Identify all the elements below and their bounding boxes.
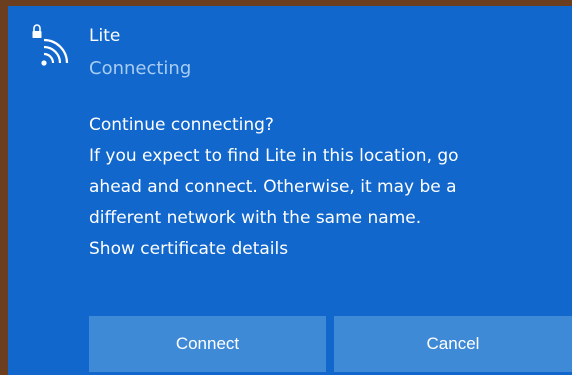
wifi-secured-icon (32, 24, 69, 66)
wifi-network-panel: Lite Connecting Continue connecting? If … (8, 6, 572, 375)
show-certificate-details-link[interactable]: Show certificate details (89, 234, 559, 265)
cancel-button[interactable]: Cancel (334, 316, 572, 372)
network-name: Lite (89, 26, 121, 46)
message-heading: Continue connecting? (89, 115, 274, 135)
network-status: Connecting (89, 58, 192, 79)
message-line: ahead and connect. Otherwise, it may be … (89, 177, 457, 197)
connect-button[interactable]: Connect (89, 316, 326, 372)
window-frame: Lite Connecting Continue connecting? If … (0, 0, 572, 375)
connection-message: Continue connecting? If you expect to fi… (89, 110, 559, 265)
message-line: If you expect to find Lite in this locat… (89, 146, 459, 166)
message-line: different network with the same name. (89, 208, 422, 228)
